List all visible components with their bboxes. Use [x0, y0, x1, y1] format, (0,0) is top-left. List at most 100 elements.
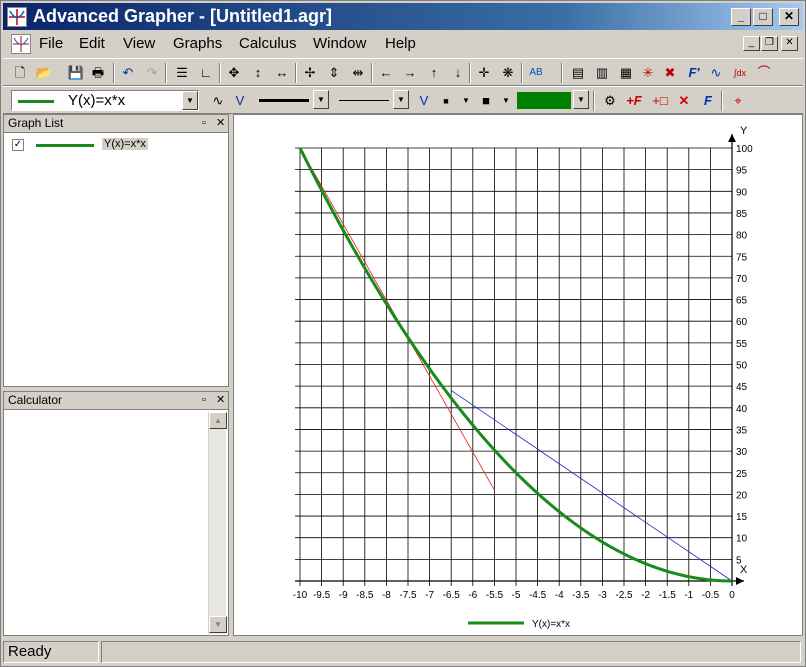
panel-close-icon[interactable]: ✕ [216, 394, 225, 406]
new-icon[interactable]: 🗋 [9, 62, 31, 84]
main-toolbar: 🗋 📂 💾 🖶 ↶ ↷ ☰ ∟ ✥ ↕ ↔ ✢ ⇕ ⇹ ← → ↑ ↓ ✛ ❋ … [3, 58, 803, 86]
graph-toolbar: Y(x)=x*x ▼ ∿ V ▼ ▼ V ■ ▼ ■ ▼ ▼ ⚙ +F +□ ✕… [3, 86, 803, 114]
chevron-down-icon[interactable]: ▼ [573, 90, 589, 109]
color-combo[interactable]: ▼ [515, 90, 589, 111]
menu-window[interactable]: Window [313, 35, 366, 52]
document-view-icon[interactable]: ▤ [567, 62, 589, 84]
graph-color-line [36, 144, 94, 147]
text-label-icon[interactable]: AB [525, 62, 547, 84]
panel-close-icon[interactable]: ✕ [216, 117, 225, 129]
scroll-down-icon[interactable]: ▼ [209, 616, 227, 633]
graph-list-item[interactable]: ✓ Y(x)=x*x [10, 137, 210, 153]
chevron-down-icon[interactable]: ▼ [393, 90, 409, 109]
edit-graph-icon[interactable]: F [697, 90, 719, 112]
y-tick-label: 45 [736, 382, 748, 393]
mdi-restore-button[interactable]: ❐ [761, 36, 778, 51]
close-button[interactable]: ✕ [779, 8, 799, 26]
move-icon[interactable]: ✥ [223, 62, 245, 84]
document-icon[interactable] [11, 34, 31, 54]
menu-edit[interactable]: Edit [79, 35, 105, 52]
add-window-icon[interactable]: +□ [649, 90, 671, 112]
arrow-down-icon[interactable]: ↓ [447, 62, 469, 84]
undo-icon[interactable]: ↶ [117, 62, 139, 84]
x-tick-label: -2.5 [615, 590, 633, 601]
arrow-up-icon[interactable]: ↑ [423, 62, 445, 84]
graph-window[interactable]: X Y -10 -9.5 -9 -8.5 -8 -7.5 -7 -6.5 -6 -5.5 -5 -4.5-… [233, 114, 803, 636]
smooth-curve-icon[interactable]: ∿ [207, 90, 229, 112]
y-axis-arrow [728, 134, 736, 142]
line-width-combo[interactable]: ▼ [255, 90, 329, 111]
mdi-minimize-button[interactable]: _ [743, 36, 760, 51]
calculator-icon[interactable]: ▥ [591, 62, 613, 84]
properties-icon[interactable]: ⚙ [599, 90, 621, 112]
x-tick-label: -9 [339, 590, 348, 601]
integral-icon[interactable]: ∫dx [729, 62, 751, 84]
intersection-icon[interactable]: ✳ [637, 62, 659, 84]
x-tick-label: 0 [729, 590, 735, 601]
point-style-icon[interactable]: V [413, 90, 435, 112]
center-icon[interactable]: ✛ [473, 62, 495, 84]
panel-float-icon[interactable]: ▫ [202, 117, 206, 129]
scroll-up-icon[interactable]: ▲ [209, 412, 227, 429]
minimize-button[interactable]: _ [731, 8, 751, 26]
x-tick-label: -9.5 [313, 590, 331, 601]
roots-icon[interactable]: ✖ [659, 62, 681, 84]
arrow-right-icon[interactable]: → [399, 62, 421, 84]
maximize-button[interactable]: □ [753, 8, 773, 26]
function-combo[interactable]: Y(x)=x*x ▼ [11, 90, 199, 111]
axes-icon[interactable]: ∟ [195, 62, 217, 84]
add-graph-icon[interactable]: +F [623, 90, 645, 112]
x-tick-label: -5 [512, 590, 521, 601]
menu-calculus[interactable]: Calculus [239, 35, 297, 52]
save-icon[interactable]: 💾 [65, 62, 87, 84]
chevron-down-icon[interactable]: ▼ [495, 90, 517, 112]
status-panel [101, 641, 801, 663]
compress-vertical-icon[interactable]: ⇕ [323, 62, 345, 84]
menu-help[interactable]: Help [385, 35, 416, 52]
trace-icon[interactable]: ⌖ [727, 90, 749, 112]
mdi-close-button[interactable]: ✕ [781, 36, 798, 51]
calculator-scrollbar[interactable]: ▲ ▼ [208, 412, 227, 634]
marker-square-icon[interactable]: ■ [435, 90, 457, 112]
graph-visible-checkbox[interactable]: ✓ [12, 139, 24, 151]
menu-file[interactable]: File [39, 35, 63, 52]
menu-view[interactable]: View [123, 35, 155, 52]
area-icon[interactable]: ⌒ [753, 62, 775, 84]
calculator-panel: Calculator ▫ ✕ ▲ ▼ [3, 391, 229, 636]
menu-bar: File Edit View Graphs Calculus Window He… [3, 31, 803, 57]
y-tick-label: 55 [736, 339, 748, 350]
open-icon[interactable]: 📂 [33, 62, 55, 84]
secant-line [450, 390, 733, 582]
graph-plot[interactable]: XY-10 -9.5 -9 -8.5 -8 -7.5 -7 -6.5 -6 -5.5 -5 -4.5-… [234, 115, 802, 635]
derivative-icon[interactable]: F' [683, 62, 705, 84]
menu-graphs[interactable]: Graphs [173, 35, 222, 52]
tangent-icon[interactable]: ∿ [705, 62, 727, 84]
compress-horizontal-icon[interactable]: ⇹ [347, 62, 369, 84]
chevron-down-icon[interactable]: ▼ [313, 90, 329, 109]
marker-fill-icon[interactable]: ■ [475, 90, 497, 112]
y-tick-label: 100 [736, 144, 753, 155]
title-bar[interactable]: Advanced Grapher - [Untitled1.agr] _ □ ✕ [3, 3, 803, 30]
table-icon[interactable]: ▦ [615, 62, 637, 84]
zoom-fit-icon[interactable]: ❋ [497, 62, 519, 84]
compress-icon[interactable]: ✢ [299, 62, 321, 84]
chevron-down-icon[interactable]: ▼ [455, 90, 477, 112]
y-tick-label: 60 [736, 317, 748, 328]
arrow-left-icon[interactable]: ← [375, 62, 397, 84]
redo-icon[interactable]: ↷ [141, 62, 163, 84]
y-tick-label: 70 [736, 274, 748, 285]
graph-list-icon[interactable]: ☰ [171, 62, 193, 84]
line-style-icon[interactable]: V [229, 90, 251, 112]
y-tick-label: 5 [736, 555, 742, 566]
print-icon[interactable]: 🖶 [87, 62, 109, 84]
chevron-down-icon[interactable]: ▼ [182, 91, 198, 110]
y-tick-label: 15 [736, 512, 748, 523]
x-tick-label: -7 [425, 590, 434, 601]
function-combo-label: Y(x)=x*x [68, 92, 126, 109]
delete-graph-icon[interactable]: ✕ [673, 90, 695, 112]
stretch-vertical-icon[interactable]: ↕ [247, 62, 269, 84]
panel-float-icon[interactable]: ▫ [202, 394, 206, 406]
stretch-horizontal-icon[interactable]: ↔ [271, 62, 293, 84]
line-style-combo[interactable]: ▼ [335, 90, 409, 111]
app-icon[interactable] [7, 7, 27, 27]
